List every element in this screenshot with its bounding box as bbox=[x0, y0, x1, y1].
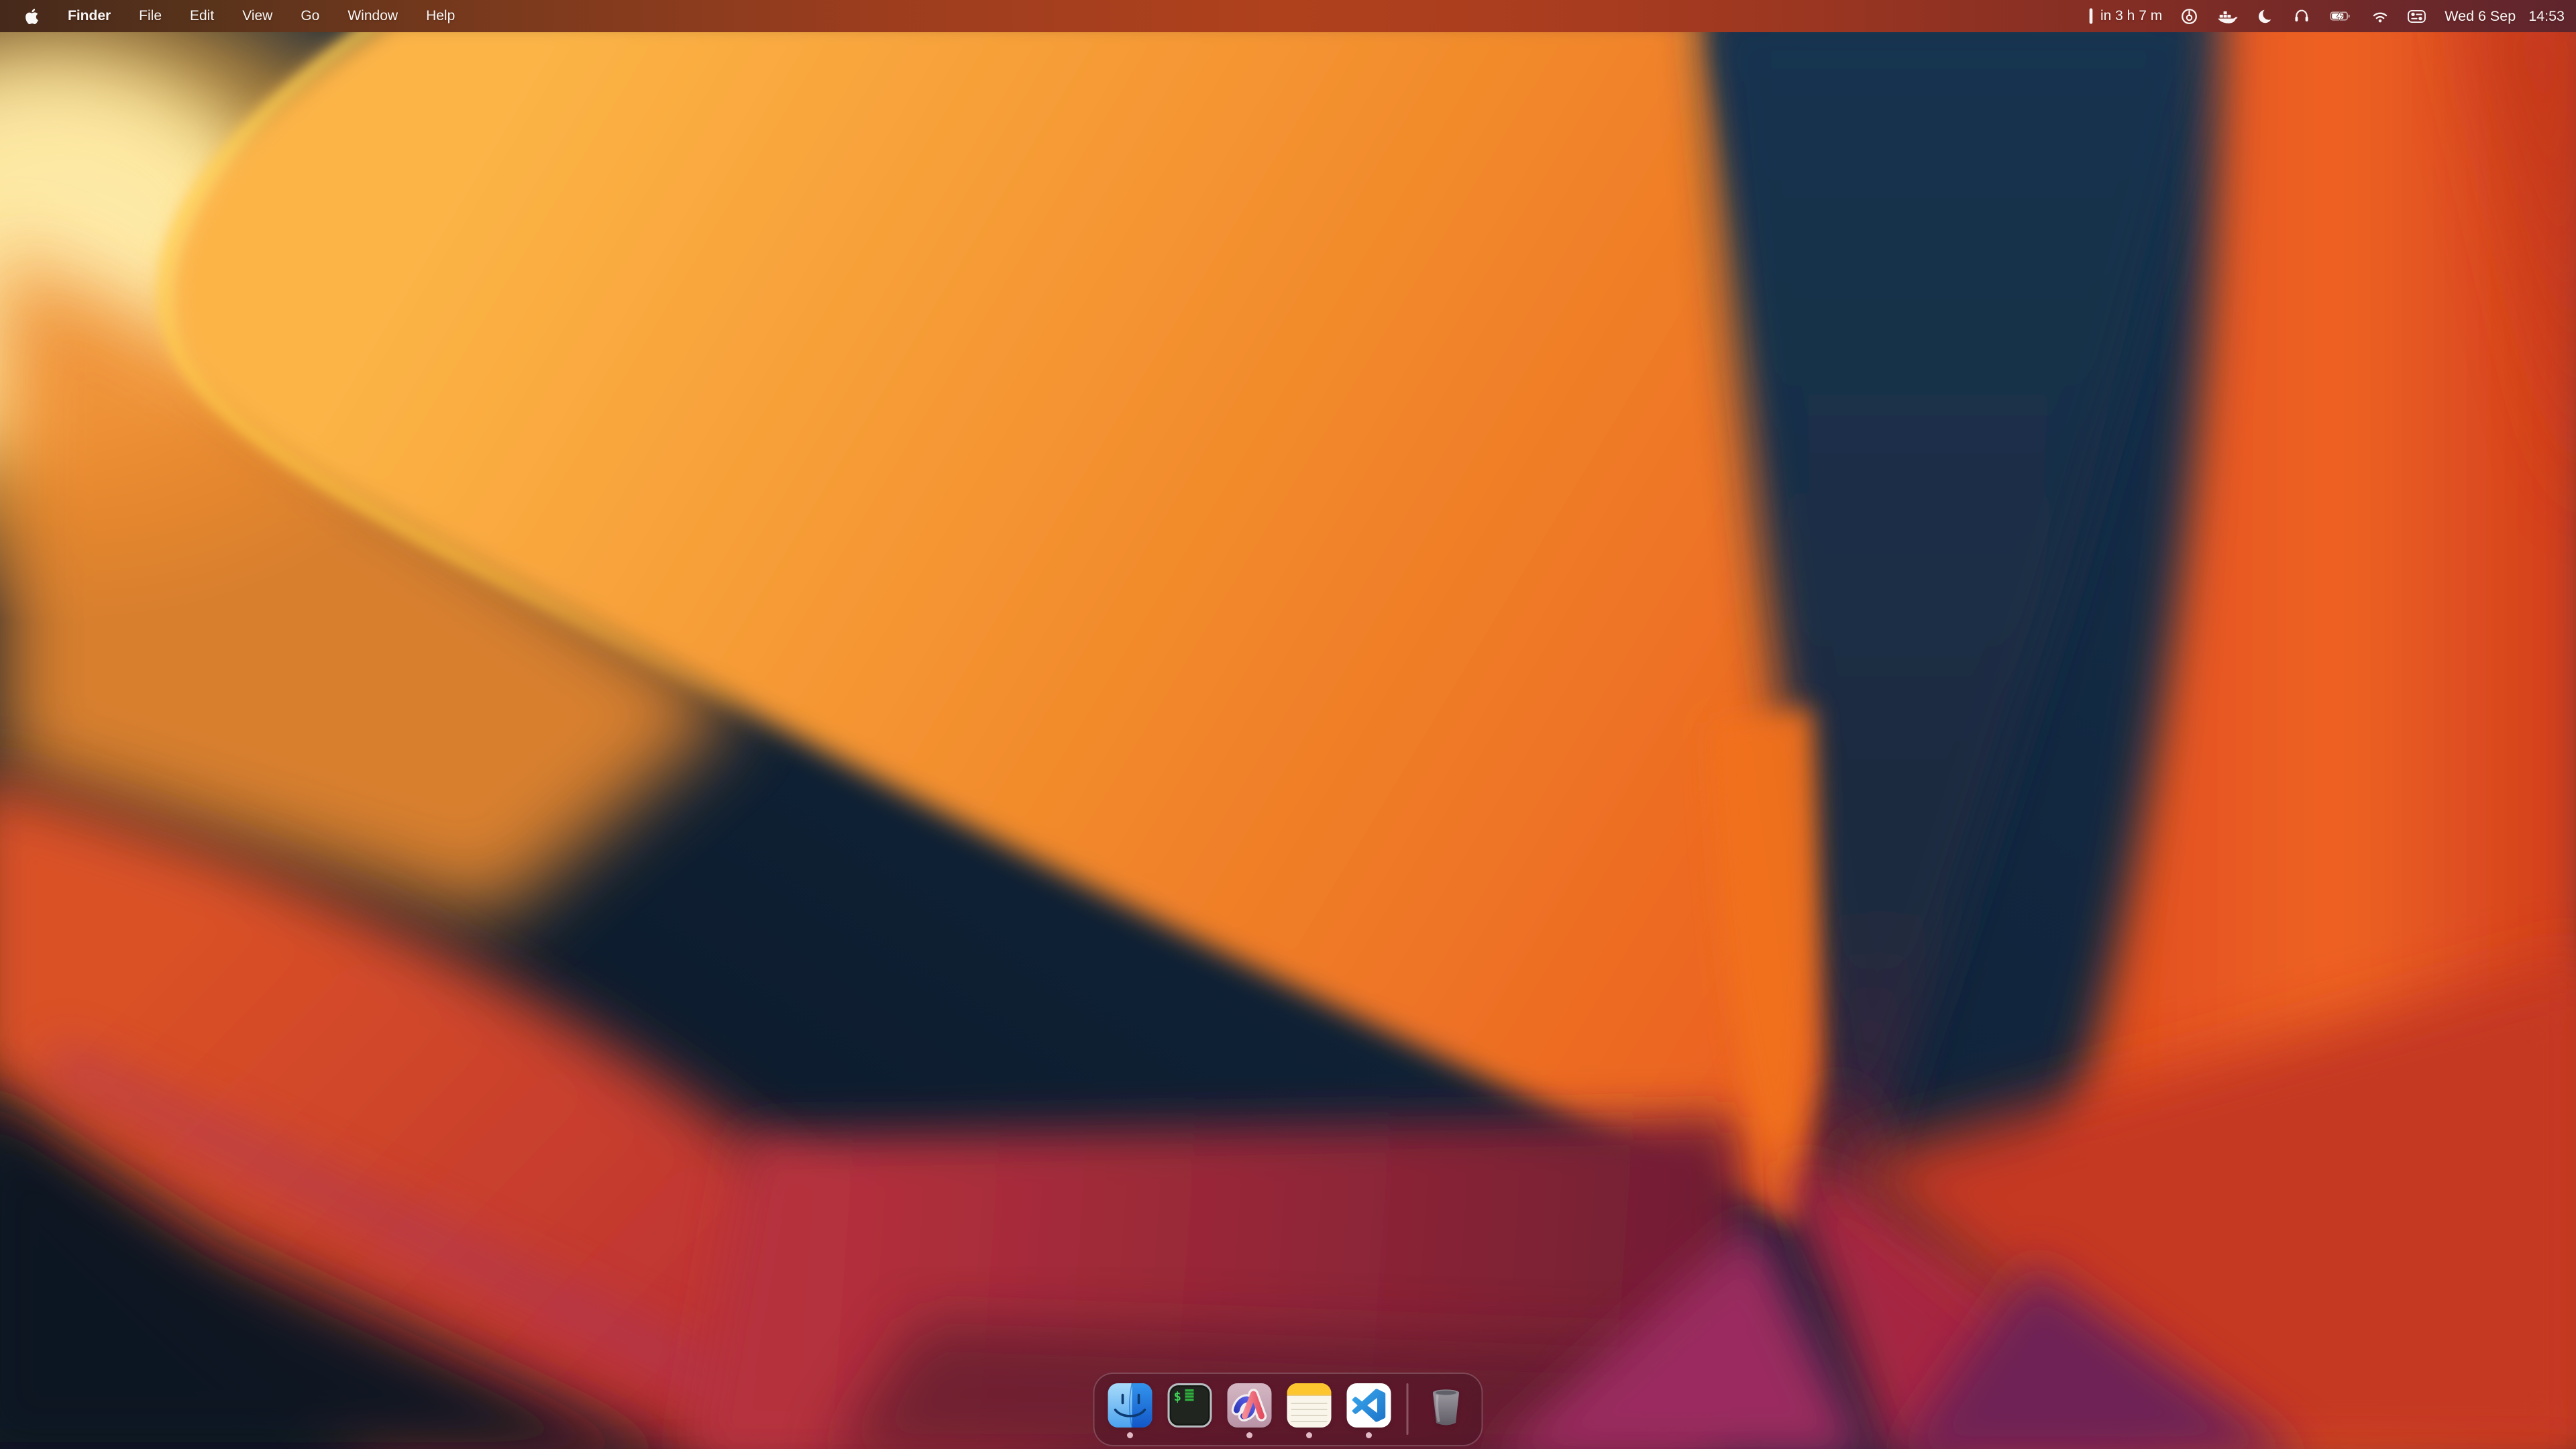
status-wifi[interactable] bbox=[2371, 8, 2389, 25]
menu-file[interactable]: File bbox=[139, 0, 162, 32]
menu-bar-left: Finder File Edit View Go Window Help bbox=[0, 0, 455, 32]
dock-item-notes[interactable] bbox=[1287, 1383, 1332, 1428]
svg-text:$: $ bbox=[1174, 1389, 1181, 1404]
menu-go[interactable]: Go bbox=[301, 0, 319, 32]
control-center-icon bbox=[2407, 8, 2426, 25]
status-audio[interactable] bbox=[2293, 7, 2310, 25]
keyhole-circle-icon bbox=[2180, 7, 2198, 25]
apple-logo-icon bbox=[24, 9, 40, 24]
focus-moon-icon bbox=[2257, 7, 2275, 25]
status-focus[interactable] bbox=[2257, 7, 2275, 25]
notes-icon bbox=[1287, 1383, 1332, 1428]
menu-window[interactable]: Window bbox=[347, 0, 398, 32]
dock-item-terminal[interactable]: $ bbox=[1168, 1383, 1212, 1428]
status-control-center[interactable] bbox=[2407, 8, 2426, 25]
timer-label: in 3 h 7 m bbox=[2100, 8, 2162, 24]
clock-time: 14:53 bbox=[2528, 8, 2565, 25]
trash-icon bbox=[1424, 1383, 1468, 1428]
status-timer[interactable]: in 3 h 7 m bbox=[2088, 7, 2162, 25]
menu-bar-status: in 3 h 7 m bbox=[2088, 7, 2576, 25]
app-menu-finder[interactable]: Finder bbox=[68, 0, 111, 32]
wallpaper-image bbox=[0, 0, 2576, 1449]
battery-charging-icon bbox=[2328, 7, 2353, 25]
clock-date: Wed 6 Sep bbox=[2445, 8, 2516, 25]
menu-edit[interactable]: Edit bbox=[190, 0, 214, 32]
dock-item-finder[interactable] bbox=[1108, 1383, 1152, 1428]
wifi-icon bbox=[2371, 8, 2389, 25]
dock-item-a-ribbon-app[interactable] bbox=[1228, 1383, 1272, 1428]
running-indicator bbox=[1127, 1432, 1133, 1438]
running-indicator bbox=[1306, 1432, 1312, 1438]
finder-icon bbox=[1108, 1383, 1152, 1428]
dock: $ bbox=[1093, 1373, 1483, 1446]
docker-whale-icon bbox=[2216, 7, 2239, 25]
running-indicator bbox=[1366, 1432, 1372, 1438]
desktop: Finder File Edit View Go Window Help in … bbox=[0, 0, 2576, 1449]
menu-help[interactable]: Help bbox=[426, 0, 455, 32]
timer-bar-icon bbox=[2088, 7, 2094, 25]
status-docker[interactable] bbox=[2216, 7, 2239, 25]
status-keyhole[interactable] bbox=[2180, 7, 2198, 25]
terminal-icon: $ bbox=[1168, 1383, 1212, 1428]
apple-menu[interactable] bbox=[24, 9, 40, 24]
vscode-icon bbox=[1347, 1383, 1391, 1428]
headphones-icon bbox=[2293, 7, 2310, 25]
dock-item-trash[interactable] bbox=[1424, 1383, 1468, 1428]
menu-bar-clock[interactable]: Wed 6 Sep 14:53 bbox=[2445, 8, 2565, 25]
status-battery[interactable] bbox=[2328, 7, 2353, 25]
running-indicator bbox=[1246, 1432, 1252, 1438]
menu-bar: Finder File Edit View Go Window Help in … bbox=[0, 0, 2576, 32]
dock-separator bbox=[1407, 1383, 1409, 1435]
a-ribbon-app-icon bbox=[1228, 1383, 1272, 1428]
menu-view[interactable]: View bbox=[242, 0, 272, 32]
dock-item-vscode[interactable] bbox=[1347, 1383, 1391, 1428]
